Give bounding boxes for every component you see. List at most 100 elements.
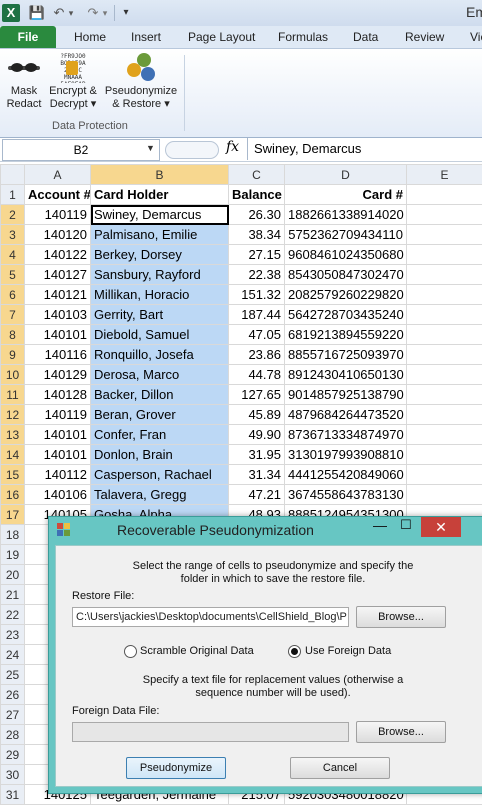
cell[interactable]: 23.86 — [228, 344, 285, 365]
empty-cell[interactable] — [406, 464, 482, 485]
tab-data[interactable]: Data — [353, 26, 378, 48]
row-header[interactable]: 8 — [0, 324, 25, 345]
row-header[interactable]: 10 — [0, 364, 25, 385]
row-header[interactable]: 30 — [0, 764, 25, 785]
row-header[interactable]: 1 — [0, 184, 25, 205]
empty-cell[interactable] — [406, 304, 482, 325]
empty-cell[interactable] — [406, 424, 482, 445]
restore-browse-button[interactable]: Browse... — [356, 606, 446, 628]
save-icon[interactable]: 💾 — [28, 4, 46, 22]
column-header-e[interactable]: E — [406, 164, 482, 185]
encrypt-decrypt-button[interactable]: ?FR9JO0 BODAE9A 2B83C MNAAA 5AF8FAB Encr… — [48, 53, 98, 111]
cell[interactable]: Swiney, Demarcus — [90, 204, 229, 225]
cell[interactable]: 1882661338914020 — [284, 204, 407, 225]
cell[interactable]: 49.90 — [228, 424, 285, 445]
cell[interactable]: Beran, Grover — [90, 404, 229, 425]
row-header[interactable]: 5 — [0, 264, 25, 285]
cell[interactable]: 140119 — [24, 404, 91, 425]
pseudonymize-restore-button[interactable]: Pseudonymize & Restore ▾ — [104, 53, 178, 111]
empty-cell[interactable] — [406, 404, 482, 425]
cell[interactable]: 140122 — [24, 244, 91, 265]
row-header[interactable]: 4 — [0, 244, 25, 265]
cell[interactable]: 8543050847302470 — [284, 264, 407, 285]
cell[interactable]: 140119 — [24, 204, 91, 225]
cell[interactable]: 2082579260229820 — [284, 284, 407, 305]
tab-page-layout[interactable]: Page Layout — [188, 26, 255, 48]
select-all-corner[interactable] — [0, 164, 25, 185]
tab-formulas[interactable]: Formulas — [278, 26, 328, 48]
row-header[interactable]: 16 — [0, 484, 25, 505]
row-header[interactable]: 11 — [0, 384, 25, 405]
cell[interactable]: 47.21 — [228, 484, 285, 505]
cell[interactable]: Palmisano, Emilie — [90, 224, 229, 245]
cell[interactable]: Ronquillo, Josefa — [90, 344, 229, 365]
empty-cell[interactable] — [406, 244, 482, 265]
header-cell[interactable]: Balance — [228, 184, 285, 205]
row-header[interactable]: 28 — [0, 724, 25, 745]
empty-cell[interactable] — [406, 284, 482, 305]
cell[interactable]: 151.32 — [228, 284, 285, 305]
insert-function-icon[interactable]: fx — [226, 139, 239, 155]
mask-redact-button[interactable]: Mask Redact — [6, 53, 42, 111]
empty-cell[interactable] — [406, 344, 482, 365]
column-header-c[interactable]: C — [228, 164, 285, 185]
cell[interactable]: 4441255420849060 — [284, 464, 407, 485]
cell[interactable]: 6819213894559220 — [284, 324, 407, 345]
cell[interactable]: 140121 — [24, 284, 91, 305]
row-header[interactable]: 15 — [0, 464, 25, 485]
cell[interactable]: 140106 — [24, 484, 91, 505]
tab-view[interactable]: Vie — [470, 26, 482, 48]
row-header[interactable]: 24 — [0, 644, 25, 665]
cell[interactable]: 140129 — [24, 364, 91, 385]
cell[interactable]: Talavera, Gregg — [90, 484, 229, 505]
row-header[interactable]: 26 — [0, 684, 25, 705]
cell[interactable]: 187.44 — [228, 304, 285, 325]
formula-input[interactable]: Swiney, Demarcus — [247, 138, 482, 160]
foreign-data-radio[interactable] — [288, 645, 301, 658]
cell[interactable]: Gerrity, Bart — [90, 304, 229, 325]
redo-dropdown-icon[interactable]: ▾ — [100, 4, 110, 22]
cell[interactable]: Millikan, Horacio — [90, 284, 229, 305]
cell[interactable]: Confer, Fran — [90, 424, 229, 445]
row-header[interactable]: 31 — [0, 784, 25, 805]
name-box[interactable]: B2 — [2, 139, 160, 161]
cell[interactable]: 140128 — [24, 384, 91, 405]
row-header[interactable]: 27 — [0, 704, 25, 725]
cell[interactable]: 31.34 — [228, 464, 285, 485]
cell[interactable]: 26.30 — [228, 204, 285, 225]
customize-toolbar-icon[interactable]: ▾ — [117, 4, 135, 22]
cell[interactable]: 140101 — [24, 444, 91, 465]
cell[interactable]: Sansbury, Rayford — [90, 264, 229, 285]
restore-file-input[interactable]: C:\Users\jackies\Desktop\documents\CellS… — [72, 607, 349, 627]
row-header[interactable]: 20 — [0, 564, 25, 585]
row-header[interactable]: 17 — [0, 504, 25, 525]
foreign-data-radio-label[interactable]: Use Foreign Data — [305, 645, 391, 657]
cancel-button[interactable]: Cancel — [290, 757, 390, 779]
empty-cell[interactable] — [406, 364, 482, 385]
header-cell[interactable]: Card # — [284, 184, 407, 205]
empty-cell[interactable] — [406, 484, 482, 505]
cell[interactable]: 140103 — [24, 304, 91, 325]
row-header[interactable]: 22 — [0, 604, 25, 625]
cell[interactable]: 27.15 — [228, 244, 285, 265]
header-cell[interactable]: Account # — [24, 184, 91, 205]
row-header[interactable]: 2 — [0, 204, 25, 225]
scramble-radio-label[interactable]: Scramble Original Data — [140, 645, 254, 657]
formula-bar-resize-handle[interactable] — [165, 141, 219, 159]
cell[interactable]: Berkey, Dorsey — [90, 244, 229, 265]
empty-cell[interactable] — [406, 384, 482, 405]
cell[interactable]: 8736713334874970 — [284, 424, 407, 445]
cell[interactable]: 31.95 — [228, 444, 285, 465]
empty-cell[interactable] — [406, 224, 482, 245]
tab-home[interactable]: Home — [74, 26, 106, 48]
cell[interactable]: Derosa, Marco — [90, 364, 229, 385]
tab-review[interactable]: Review — [405, 26, 444, 48]
row-header[interactable]: 7 — [0, 304, 25, 325]
cell[interactable]: 38.34 — [228, 224, 285, 245]
header-cell[interactable]: Card Holder — [90, 184, 229, 205]
tab-file[interactable]: File — [0, 26, 56, 48]
cell[interactable]: Diebold, Samuel — [90, 324, 229, 345]
cell[interactable]: 140116 — [24, 344, 91, 365]
cell[interactable]: 140101 — [24, 424, 91, 445]
cell[interactable]: 140101 — [24, 324, 91, 345]
